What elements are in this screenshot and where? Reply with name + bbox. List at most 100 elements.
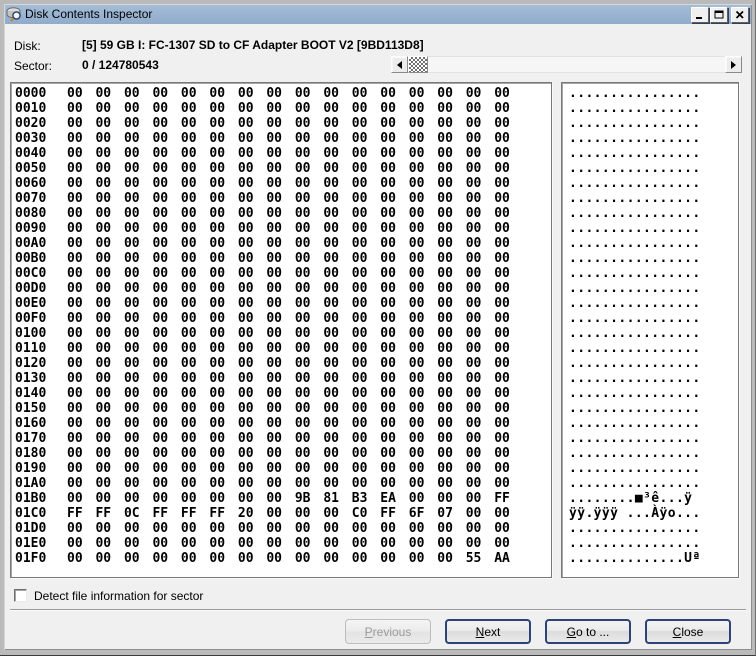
hex-bytes: 00 00 00 00 00 00 00 00 00 00 00 00 00 0… — [67, 536, 510, 551]
hex-row: 002000 00 00 00 00 00 00 00 00 00 00 00 … — [15, 116, 551, 131]
minimize-icon — [695, 10, 705, 20]
ascii-row: ................ — [569, 326, 738, 341]
hex-bytes: 00 00 00 00 00 00 00 00 9B 81 B3 EA 00 0… — [67, 491, 510, 506]
hex-offset: 01A0 — [15, 476, 51, 491]
hex-offset: 01D0 — [15, 521, 51, 536]
maximize-button[interactable] — [710, 7, 728, 23]
hex-row: 01A000 00 00 00 00 00 00 00 00 00 00 00 … — [15, 476, 551, 491]
ascii-row: ................ — [569, 146, 738, 161]
hex-offset: 0030 — [15, 131, 51, 146]
ascii-row: ........■³ê...ÿ — [569, 491, 738, 506]
hex-row: 000000 00 00 00 00 00 00 00 00 00 00 00 … — [15, 86, 551, 101]
ascii-row: ................ — [569, 236, 738, 251]
hex-row: 00C0 00 00 00 00 00 00 00 00 00 00 00 00 … — [15, 266, 551, 281]
hex-offset: 0080 — [15, 206, 51, 221]
ascii-row: ................ — [569, 191, 738, 206]
hex-row: 0010 00 00 00 00 00 00 00 00 00 00 00 00 … — [15, 101, 551, 116]
hex-offset: 0050 — [15, 161, 51, 176]
hex-offset: 00C0 — [15, 266, 51, 281]
scroll-left-button[interactable] — [391, 56, 408, 73]
hex-bytes: 00 00 00 00 00 00 00 00 00 00 00 00 00 0… — [67, 176, 510, 191]
hex-row: 00D000 00 00 00 00 00 00 00 00 00 00 00 … — [15, 281, 551, 296]
hex-bytes: 00 00 00 00 00 00 00 00 00 00 00 00 00 0… — [67, 311, 510, 326]
hex-offset: 0110 — [15, 341, 51, 356]
title-bar[interactable]: Disk Contents Inspector — [4, 4, 752, 24]
close-dialog-button[interactable]: Close — [645, 619, 731, 644]
hex-bytes: 00 00 00 00 00 00 00 00 00 00 00 00 00 0… — [67, 221, 510, 236]
hex-row: 0030 00 00 00 00 00 00 00 00 00 00 00 00 … — [15, 131, 551, 146]
hex-bytes: 00 00 00 00 00 00 00 00 00 00 00 00 00 0… — [67, 446, 510, 461]
ascii-row: ................ — [569, 446, 738, 461]
ascii-row: ................ — [569, 356, 738, 371]
hex-row: 0150 00 00 00 00 00 00 00 00 00 00 00 00 … — [15, 401, 551, 416]
ascii-row: ................ — [569, 116, 738, 131]
ascii-row: ................ — [569, 86, 738, 101]
ascii-row: ................ — [569, 341, 738, 356]
hex-row: 0050 00 00 00 00 00 00 00 00 00 00 00 00 … — [15, 161, 551, 176]
hex-row: 017000 00 00 00 00 00 00 00 00 00 00 00 … — [15, 431, 551, 446]
hex-row: 01D000 00 00 00 00 00 00 00 00 00 00 00 … — [15, 521, 551, 536]
hex-offset: 0150 — [15, 401, 51, 416]
go-to-button[interactable]: Go to ... — [545, 619, 631, 644]
hex-bytes: 00 00 00 00 00 00 00 00 00 00 00 00 00 0… — [67, 161, 510, 176]
ascii-row: ................ — [569, 386, 738, 401]
disk-value: [5] 59 GB I: FC-1307 SD to CF Adapter BO… — [82, 38, 424, 52]
hex-bytes: 00 00 00 00 00 00 00 00 00 00 00 00 00 0… — [67, 416, 510, 431]
detect-file-info-checkbox[interactable] — [14, 589, 27, 602]
hex-row: 016000 00 00 00 00 00 00 00 00 00 00 00 … — [15, 416, 551, 431]
hex-bytes: 00 00 00 00 00 00 00 00 00 00 00 00 00 0… — [67, 236, 510, 251]
hex-offset: 00E0 — [15, 296, 51, 311]
hex-row: 013000 00 00 00 00 00 00 00 00 00 00 00 … — [15, 371, 551, 386]
hex-bytes: 00 00 00 00 00 00 00 00 00 00 00 00 00 0… — [67, 371, 510, 386]
hex-offset: 0120 — [15, 356, 51, 371]
hex-offset: 0020 — [15, 116, 51, 131]
hex-rows: 0000 00 00 00 00 00 00 00 00 00 00 00 00 … — [15, 86, 551, 566]
hex-row: 0080 00 00 00 00 00 00 00 00 00 00 00 00 … — [15, 206, 551, 221]
minimize-button[interactable] — [691, 7, 709, 23]
ascii-row: ................ — [569, 431, 738, 446]
hex-row: 004000 00 00 00 00 00 00 00 00 00 00 00 … — [15, 146, 551, 161]
hex-bytes: 00 00 00 00 00 00 00 00 00 00 00 00 00 0… — [67, 101, 510, 116]
sector-scrollbar[interactable] — [391, 56, 742, 73]
hex-bytes-panel[interactable]: 0000 00 00 00 00 00 00 00 00 00 00 00 00 … — [10, 82, 552, 578]
hex-bytes: 00 00 00 00 00 00 00 00 00 00 00 00 00 0… — [67, 356, 510, 371]
hex-offset: 0170 — [15, 431, 51, 446]
ascii-row: ................ — [569, 296, 738, 311]
ascii-row: ................ — [569, 251, 738, 266]
hex-bytes: 00 00 00 00 00 00 00 00 00 00 00 00 00 0… — [67, 266, 510, 281]
hex-offset: 01E0 — [15, 536, 51, 551]
hex-offset: 0010 — [15, 101, 51, 116]
ascii-row: ................ — [569, 101, 738, 116]
close-button[interactable] — [731, 7, 749, 23]
hex-bytes: 00 00 00 00 00 00 00 00 00 00 00 00 00 0… — [67, 131, 510, 146]
hex-row: 006000 00 00 00 00 00 00 00 00 00 00 00 … — [15, 176, 551, 191]
ascii-row: ................ — [569, 461, 738, 476]
hex-row: 019000 00 00 00 00 00 00 00 00 00 00 00 … — [15, 461, 551, 476]
next-button[interactable]: Next — [445, 619, 531, 644]
ascii-row: ................ — [569, 221, 738, 236]
hex-row: 01F000 00 00 00 00 00 00 00 00 00 00 00 … — [15, 551, 551, 566]
sector-label: Sector: — [14, 59, 52, 73]
scroll-right-button[interactable] — [725, 56, 742, 73]
hex-bytes: 00 00 00 00 00 00 00 00 00 00 00 00 00 0… — [67, 401, 510, 416]
ascii-row: ................ — [569, 521, 738, 536]
hex-bytes: 00 00 00 00 00 00 00 00 00 00 00 00 00 0… — [67, 206, 510, 221]
hex-offset: 00B0 — [15, 251, 51, 266]
hex-offset: 00A0 — [15, 236, 51, 251]
hex-row: 010000 00 00 00 00 00 00 00 00 00 00 00 … — [15, 326, 551, 341]
app-disk-magnifier-icon — [6, 6, 22, 22]
hex-bytes: 00 00 00 00 00 00 00 00 00 00 00 00 00 0… — [67, 461, 510, 476]
hex-row: 0120 00 00 00 00 00 00 00 00 00 00 00 00 … — [15, 356, 551, 371]
detect-file-info-label: Detect file information for sector — [34, 589, 203, 603]
scrollbar-thumb[interactable] — [408, 56, 428, 73]
hex-bytes: 00 00 00 00 00 00 00 00 00 00 00 00 00 0… — [67, 296, 510, 311]
hex-bytes: 00 00 00 00 00 00 00 00 00 00 00 00 00 0… — [67, 341, 510, 356]
disk-contents-inspector-window: Disk Contents Inspector Disk: [5] 59 GB … — [0, 0, 756, 656]
hex-row: 00B000 00 00 00 00 00 00 00 00 00 00 00 … — [15, 251, 551, 266]
hex-offset: 0180 — [15, 446, 51, 461]
hex-offset: 0000 — [15, 86, 51, 101]
hex-bytes: 00 00 00 00 00 00 00 00 00 00 00 00 00 0… — [67, 386, 510, 401]
hex-row: 0110 00 00 00 00 00 00 00 00 00 00 00 00 … — [15, 341, 551, 356]
ascii-row: ................ — [569, 311, 738, 326]
ascii-panel[interactable]: ........................................… — [561, 82, 739, 578]
